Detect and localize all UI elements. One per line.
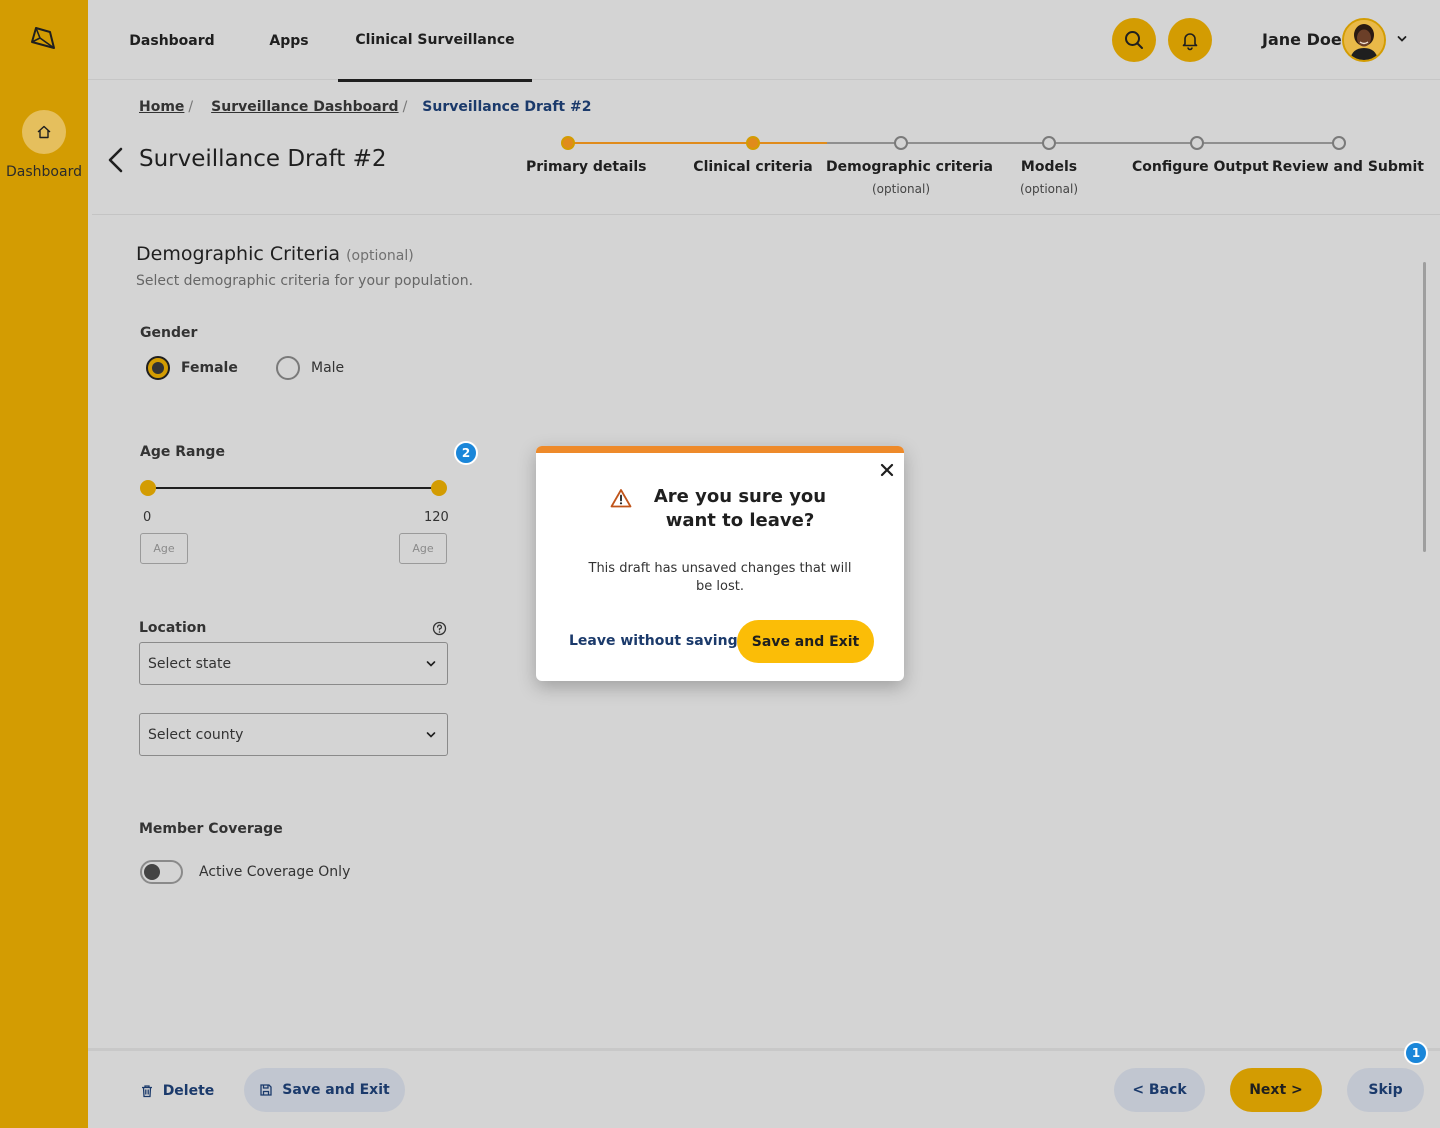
active-coverage-label: Active Coverage Only [199, 864, 351, 880]
section-optional-tag: (optional) [346, 248, 414, 264]
header-divider [92, 214, 1440, 215]
sidebar-item-dashboard[interactable] [22, 110, 66, 154]
leave-confirmation-dialog: Are you sure you want to leave? This dra… [536, 446, 904, 681]
leave-without-saving-button[interactable]: Leave without saving [569, 633, 738, 649]
modal-body: This draft has unsaved changes that will… [588, 561, 852, 594]
user-avatar-icon [1344, 20, 1384, 60]
age-range-max-value: 120 [424, 510, 449, 525]
tab-clinical-surveillance[interactable]: Clinical Surveillance [338, 0, 532, 82]
close-icon[interactable] [880, 463, 894, 477]
age-range-max-thumb[interactable] [431, 480, 447, 496]
age-range-badge: 2 [454, 441, 478, 465]
delete-button-label: Delete [162, 1083, 215, 1099]
bell-icon [1182, 33, 1198, 51]
age-range-label: Age Range [140, 444, 225, 460]
tab-dashboard[interactable]: Dashboard [122, 0, 222, 82]
chevron-down-icon [426, 661, 436, 667]
gender-label: Gender [140, 325, 198, 341]
breadcrumb: Home / Surveillance Dashboard / Surveill… [139, 99, 591, 115]
skip-button[interactable]: Skip [1347, 1068, 1424, 1112]
stepper-line-complete [568, 142, 827, 144]
breadcrumb-home[interactable]: Home [139, 99, 184, 115]
location-label: Location [139, 620, 207, 636]
step-dot-clinical-criteria[interactable] [746, 136, 760, 150]
scrollbar[interactable] [1423, 262, 1426, 552]
back-arrow-icon[interactable] [106, 147, 126, 173]
modal-save-and-exit-button[interactable]: Save and Exit [737, 620, 874, 663]
footer-action-bar: Delete Save and Exit < Back Next > Skip … [88, 1041, 1440, 1128]
sidebar-item-label: Dashboard [6, 164, 82, 180]
gender-option-male-label[interactable]: Male [311, 360, 344, 376]
modal-title: Are you sure you want to leave? [653, 486, 827, 531]
age-min-input[interactable]: Age [140, 533, 188, 564]
home-icon [37, 125, 51, 139]
modal-accent-bar [536, 446, 904, 453]
member-coverage-label: Member Coverage [139, 821, 283, 837]
county-select[interactable]: Select county [139, 713, 448, 756]
step-sub-models: (optional) [1020, 182, 1078, 196]
save-and-exit-label: Save and Exit [282, 1082, 390, 1098]
step-dot-demographic-criteria[interactable] [894, 136, 908, 150]
age-range-min-thumb[interactable] [140, 480, 156, 496]
age-range-min-value: 0 [143, 510, 152, 525]
step-dot-models[interactable] [1042, 136, 1056, 150]
step-label-configure-output: Configure Output [1132, 159, 1269, 175]
state-select-value: Select state [148, 655, 232, 672]
save-and-exit-button[interactable]: Save and Exit [244, 1068, 405, 1112]
tab-apps[interactable]: Apps [252, 0, 326, 82]
user-name[interactable]: Jane Doe [1262, 30, 1342, 49]
section-title: Demographic Criteria (optional) [136, 243, 414, 265]
section-title-text: Demographic Criteria [136, 243, 341, 265]
top-navigation: Dashboard Apps Clinical Surveillance Jan… [88, 0, 1440, 82]
county-select-value: Select county [148, 726, 244, 743]
breadcrumb-current: Surveillance Draft #2 [422, 99, 592, 115]
avatar[interactable] [1342, 18, 1386, 62]
chevron-down-icon [426, 732, 436, 738]
search-button[interactable] [1112, 18, 1156, 62]
step-label-models: Models [1020, 159, 1078, 175]
step-dot-primary-details[interactable] [561, 136, 575, 150]
trash-icon [141, 1085, 152, 1098]
breadcrumb-surveillance-dashboard[interactable]: Surveillance Dashboard [211, 99, 398, 115]
gender-radio-male[interactable] [276, 356, 300, 380]
active-coverage-toggle[interactable] [140, 860, 183, 884]
step-label-review-submit: Review and Submit [1272, 159, 1424, 175]
warning-icon [610, 489, 632, 508]
gender-radio-female[interactable] [146, 356, 170, 380]
age-max-input[interactable]: Age [399, 533, 447, 564]
help-icon[interactable] [432, 621, 447, 636]
delete-button[interactable]: Delete [118, 1069, 236, 1113]
state-select[interactable]: Select state [139, 642, 448, 685]
section-description: Select demographic criteria for your pop… [136, 273, 474, 289]
step-sub-demographic-criteria: (optional) [872, 182, 930, 196]
page-title: Surveillance Draft #2 [139, 146, 387, 172]
save-icon [260, 1084, 272, 1096]
breadcrumb-separator: / [188, 99, 194, 115]
step-dot-review-submit[interactable] [1332, 136, 1346, 150]
age-range-slider-track[interactable] [148, 487, 439, 489]
gender-option-female-label[interactable]: Female [181, 360, 238, 376]
step-label-primary-details: Primary details [526, 159, 647, 175]
skip-badge: 1 [1404, 1041, 1428, 1065]
notifications-button[interactable] [1168, 18, 1212, 62]
search-icon [1125, 31, 1143, 49]
step-dot-configure-output[interactable] [1190, 136, 1204, 150]
step-label-demographic-criteria: Demographic criteria [826, 159, 993, 175]
back-button[interactable]: < Back [1114, 1068, 1205, 1112]
sidebar: Dashboard [0, 0, 88, 1128]
step-label-clinical-criteria: Clinical criteria [693, 159, 813, 175]
breadcrumb-separator: / [402, 99, 408, 115]
next-button[interactable]: Next > [1230, 1068, 1322, 1112]
chevron-down-icon[interactable] [1396, 33, 1408, 45]
logo-icon [31, 27, 55, 49]
